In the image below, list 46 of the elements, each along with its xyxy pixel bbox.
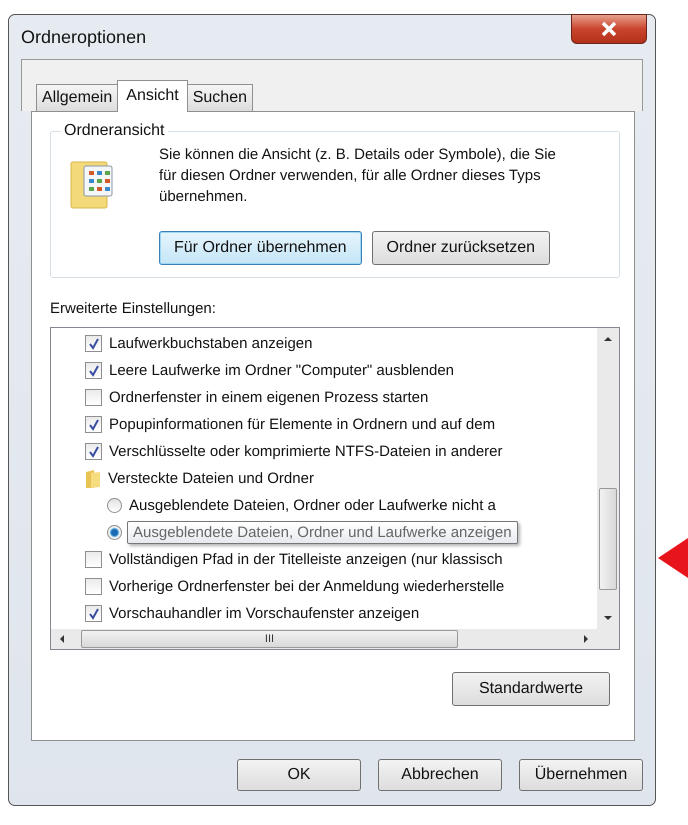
close-button[interactable]	[571, 14, 647, 44]
checkbox[interactable]	[85, 416, 102, 433]
group-label: Versteckte Dateien und Ordner	[108, 470, 314, 487]
scroll-up-icon[interactable]	[603, 336, 613, 342]
folder-button[interactable]: Für Ordner übernehmen	[159, 231, 362, 265]
pointer-arrow-icon	[658, 538, 688, 578]
group-title: Ordneransicht	[63, 122, 166, 140]
checkbox[interactable]	[85, 389, 102, 406]
dialog-button[interactable]: Abbrechen	[378, 759, 502, 791]
checkbox[interactable]	[85, 443, 102, 460]
tab[interactable]: Allgemein	[36, 84, 118, 111]
option-label: Vollständigen Pfad in der Titelleiste anzeigen (nur klassisch	[109, 551, 503, 568]
option-label: Ausgeblendete Dateien, Ordner oder Laufwerke nicht a	[129, 497, 496, 514]
tab[interactable]: Suchen	[186, 84, 253, 111]
option-label: Laufwerkbuchstaben anzeigen	[109, 335, 312, 352]
vertical-scrollbar[interactable]	[597, 328, 619, 629]
horizontal-scrollbar[interactable]: III	[51, 629, 619, 649]
radio-button[interactable]	[107, 525, 122, 540]
folder-button[interactable]: Ordner zurücksetzen	[372, 231, 550, 265]
section-label: Erweiterte Einstellungen:	[50, 300, 217, 317]
dialog-button[interactable]: Übernehmen	[519, 759, 643, 791]
option-label: Vorschauhandler im Vorschaufenster anzeigen	[109, 605, 420, 622]
scroll-left-icon[interactable]	[59, 634, 65, 644]
checkbox[interactable]	[85, 551, 102, 568]
checkbox[interactable]	[85, 578, 102, 595]
restore-defaults-button[interactable]: Standardwerte	[452, 672, 610, 706]
folder-icon	[85, 468, 101, 488]
window-title: Ordneroptionen	[20, 26, 146, 48]
option-label: Ordnerfenster in einem eigenen Prozess starten	[109, 389, 428, 406]
checkbox[interactable]	[85, 335, 102, 352]
scroll-down-icon[interactable]	[603, 615, 613, 621]
option-label: Leere Laufwerke im Ordner "Computer" ausblenden	[109, 362, 454, 379]
option-label: Vorherige Ordnerfenster bei der Anmeldung wiederherstelle	[109, 578, 504, 595]
radio-button[interactable]	[107, 498, 122, 513]
checkbox[interactable]	[85, 605, 102, 622]
scroll-thumb[interactable]	[599, 488, 617, 590]
checkbox[interactable]	[85, 362, 102, 379]
tooltip: Ausgeblendete Dateien, Ordner und Laufwerke anzeigen	[127, 521, 518, 544]
scroll-right-icon[interactable]	[583, 634, 589, 644]
scroll-thumb[interactable]: III	[81, 630, 458, 648]
tab[interactable]: Ansicht	[117, 80, 188, 112]
dialog-button[interactable]: OK	[237, 759, 361, 791]
option-label: Popupinformationen für Elemente in Ordnern und auf dem	[109, 416, 496, 433]
option-label: Verschlüsselte oder komprimierte NTFS-Dateien in anderer	[109, 443, 502, 460]
description-text: Sie können die Ansicht (z. B. Details oder Symbole), die Sie für diesen Ordner verwenden, für alle Ordner dieses Typs übernehmen.	[159, 145, 557, 207]
close-icon	[599, 21, 619, 37]
